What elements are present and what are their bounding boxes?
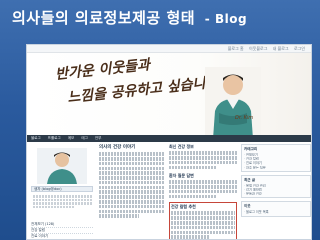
menu-item-prologue[interactable]: 프롤로그	[48, 136, 61, 140]
top-nav-link-neighbors[interactable]: 이웃블로그	[249, 46, 267, 51]
doctor-photo	[205, 67, 261, 139]
post-block: 환자 질문 답변	[169, 173, 237, 199]
menu-item-memo[interactable]: 메모	[68, 136, 74, 140]
slide-title: 의사들의 의료정보제공 형태 - Blog	[12, 6, 247, 30]
blog-menu-bar: 블로그 프롤로그 메모 태그 안부	[27, 135, 311, 142]
main-post-body	[99, 152, 165, 218]
highlighted-post-block: 건강 칼럼 추천	[169, 202, 237, 239]
top-nav-link-home[interactable]: 블로그 홈	[228, 46, 244, 51]
blog-top-nav: 블로그 홈 이웃블로그 내 블로그 로그인	[224, 46, 305, 52]
post-list-column: 최신 건강 정보 환자 질문 답변 건강 칼럼 추천	[169, 144, 237, 239]
post-block-body	[171, 211, 235, 239]
menu-item-blog[interactable]: 블로그	[31, 136, 41, 140]
sidebar-box: 최근 글 봄철 건강 관리 감기 예방법 운동과 건강	[241, 174, 311, 199]
sidebar-link[interactable]: 블로그 이웃 목록	[244, 209, 308, 213]
menu-item-tag[interactable]: 태그	[81, 136, 87, 140]
post-block-heading[interactable]: 최신 건강 정보	[169, 144, 237, 150]
main-post-heading[interactable]: 의사의 건강 이야기	[99, 144, 165, 151]
blog-banner: 반가운 이웃들과 느낌을 공유하고 싶습니다. Dr. Kim	[27, 53, 311, 139]
category-list: 전체보기 (128) 건강 칼럼 진료 이야기	[31, 222, 93, 239]
menu-item-guestbook[interactable]: 안부	[95, 136, 101, 140]
banner-signature: Dr. Kim	[235, 115, 254, 121]
profile-photo[interactable]	[37, 148, 87, 184]
left-column: 생자 (blog@doc) 전체보기 (128) 건강 칼럼 진료 이야기	[29, 144, 95, 239]
main-post-column: 의사의 건강 이야기	[99, 144, 165, 239]
blog-menu-items: 블로그 프롤로그 메모 태그 안부	[31, 136, 107, 141]
top-nav-link-my-blog[interactable]: 내 블로그	[273, 46, 289, 51]
post-block-heading[interactable]: 건강 칼럼 추천	[171, 204, 235, 210]
sidebar-box: 카테고리 전체보기 건강 칼럼 진료 이야기 자주 묻는 질문	[241, 144, 311, 172]
sidebar-box: 이웃 블로그 이웃 목록	[241, 201, 311, 217]
blog-top-bar: 블로그 홈 이웃블로그 내 블로그 로그인	[27, 45, 311, 53]
slide-title-korean: 의사들의 의료정보제공 형태	[12, 9, 196, 27]
post-block: 최신 건강 정보	[169, 144, 237, 170]
sidebar-link[interactable]: 운동과 건강	[244, 191, 308, 195]
post-block-body	[169, 180, 237, 199]
post-block-heading[interactable]: 환자 질문 답변	[169, 173, 237, 179]
blog-screenshot: 블로그 홈 이웃블로그 내 블로그 로그인 반가운 이웃들과 느낌을 공유하고 …	[26, 44, 312, 240]
post-block-body	[169, 151, 237, 170]
category-item[interactable]: 진료 이야기	[31, 234, 93, 239]
blog-sidebar: 카테고리 전체보기 건강 칼럼 진료 이야기 자주 묻는 질문 최근 글 봄철 …	[241, 144, 311, 239]
slide-title-english: - Blog	[204, 12, 248, 26]
top-nav-link-login[interactable]: 로그인	[294, 46, 305, 51]
profile-intro-text	[33, 194, 93, 209]
profile-name[interactable]: 생자 (blog@doc)	[31, 186, 93, 192]
sidebar-link[interactable]: 자주 묻는 질문	[244, 165, 308, 169]
